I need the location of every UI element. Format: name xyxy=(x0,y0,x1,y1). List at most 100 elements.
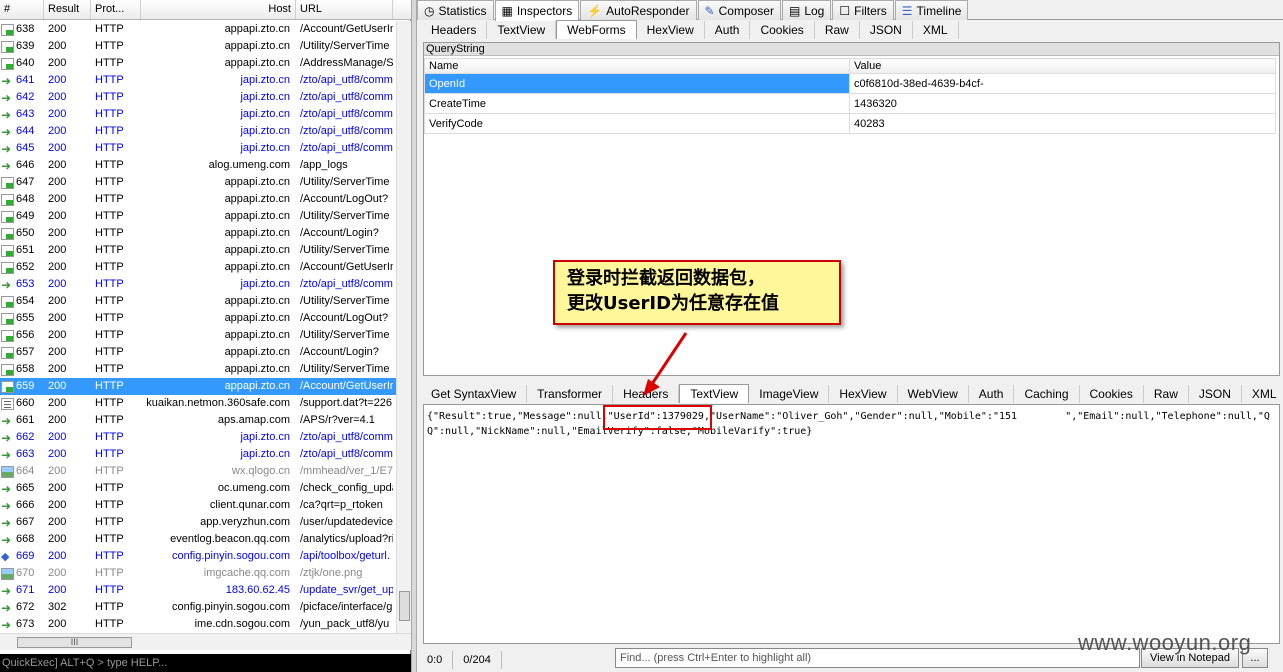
col-host[interactable]: Host xyxy=(141,0,296,19)
session-number: 651 xyxy=(0,242,44,259)
resp-tab-json[interactable]: JSON xyxy=(1189,385,1242,403)
session-row[interactable]: 652 200 HTTP appapi.zto.cn/Account/GetUserI… xyxy=(0,259,396,276)
col-result[interactable]: Result xyxy=(44,0,91,19)
tab-log[interactable]: ▤ Log xyxy=(781,0,832,20)
response-textview[interactable]: {"Result":true,"Message":null,"UserId":1… xyxy=(423,404,1280,644)
session-row[interactable]: 650 200 HTTP appapi.zto.cn/Account/Login? xyxy=(0,225,396,242)
req-tab-hexview[interactable]: HexView xyxy=(637,21,705,39)
param-name[interactable]: OpenId xyxy=(424,73,850,94)
session-row[interactable]: ➜ 672 302 HTTP config.pinyin.sogou.com/picfa… xyxy=(0,599,396,616)
param-name[interactable]: CreateTime xyxy=(424,93,850,114)
session-row[interactable]: ➜ 661 200 HTTP aps.amap.com/APS/r?ver=4.1 xyxy=(0,412,396,429)
session-url: /AddressManage/Se xyxy=(300,57,393,69)
session-row[interactable]: 664 200 HTTP wx.qlogo.cn/mmhead/ver_1/E7 xyxy=(0,463,396,480)
session-url: /support.dat?t=226 xyxy=(300,397,393,409)
session-row[interactable]: ➜ 662 200 HTTP japi.zto.cn/zto/api_utf8/comm xyxy=(0,429,396,446)
querystring-row[interactable]: OpenId c0f6810d-38ed-4639-b4cf- xyxy=(424,73,1276,94)
session-row[interactable]: 638 200 HTTP appapi.zto.cn/Account/GetUserI… xyxy=(0,21,396,38)
session-row[interactable]: ➜ 666 200 HTTP client.qunar.com/ca?qrt=p_rto… xyxy=(0,497,396,514)
session-row[interactable]: 659 200 HTTP appapi.zto.cn/Account/GetUserI… xyxy=(0,378,396,395)
session-row[interactable]: ➜ 667 200 HTTP app.veryzhun.com/user/updated… xyxy=(0,514,396,531)
req-tab-textview[interactable]: TextView xyxy=(487,21,557,39)
session-row[interactable]: ➜ 641 200 HTTP japi.zto.cn/zto/api_utf8/comm xyxy=(0,72,396,89)
sessions-vertical-scrollbar[interactable] xyxy=(396,21,411,633)
resp-tab-imageview[interactable]: ImageView xyxy=(749,385,830,403)
session-row[interactable]: 654 200 HTTP appapi.zto.cn/Utility/ServerTi… xyxy=(0,293,396,310)
session-row[interactable]: 656 200 HTTP appapi.zto.cn/Utility/ServerTi… xyxy=(0,327,396,344)
tab-timeline[interactable]: ☰ Timeline xyxy=(894,0,969,20)
tab-statistics[interactable]: ◷ Statistics xyxy=(417,0,494,20)
req-tab-headers[interactable]: Headers xyxy=(421,21,488,39)
session-row[interactable]: 655 200 HTTP appapi.zto.cn/Account/LogOut? xyxy=(0,310,396,327)
col-protocol[interactable]: Prot... xyxy=(91,0,141,19)
session-row[interactable]: ◆ 669 200 HTTP config.pinyin.sogou.com/api/t… xyxy=(0,548,396,565)
tab-composer[interactable]: ✎ Composer xyxy=(697,0,781,20)
param-name[interactable]: VerifyCode xyxy=(424,113,850,134)
querystring-row[interactable]: CreateTime 1436320 xyxy=(424,93,1276,114)
session-row[interactable]: 651 200 HTTP appapi.zto.cn/Utility/ServerTi… xyxy=(0,242,396,259)
session-row[interactable]: ➜ 668 200 HTTP eventlog.beacon.qq.com/analyt… xyxy=(0,531,396,548)
resp-tab-textview[interactable]: TextView xyxy=(679,384,750,403)
quickexec-input[interactable]: QuickExec] ALT+Q > type HELP... xyxy=(0,654,411,672)
param-value[interactable]: 40283 xyxy=(849,113,1276,134)
session-row[interactable]: 649 200 HTTP appapi.zto.cn/Utility/ServerTi… xyxy=(0,208,396,225)
session-row[interactable]: ➜ 653 200 HTTP japi.zto.cn/zto/api_utf8/comm xyxy=(0,276,396,293)
req-tab-raw[interactable]: Raw xyxy=(815,21,860,39)
param-value[interactable]: c0f6810d-38ed-4639-b4cf- xyxy=(849,73,1276,94)
param-value[interactable]: 1436320 xyxy=(849,93,1276,114)
sessions-horizontal-scrollbar[interactable]: III xyxy=(0,633,411,650)
session-row[interactable]: ➜ 663 200 HTTP japi.zto.cn/zto/api_utf8/comm xyxy=(0,446,396,463)
session-row[interactable]: ➜ 673 200 HTTP ime.cdn.sogou.com/yun_pack_ut… xyxy=(0,616,396,633)
resp-tab-xml[interactable]: XML xyxy=(1242,385,1283,403)
querystring-row[interactable]: VerifyCode 40283 xyxy=(424,113,1276,134)
session-row[interactable]: 670 200 HTTP imgcache.qq.com/ztjk/one.png xyxy=(0,565,396,582)
col-value[interactable]: Value xyxy=(849,58,1276,74)
session-row[interactable]: 640 200 HTTP appapi.zto.cn/AddressManage/Se xyxy=(0,55,396,72)
session-row[interactable]: ➜ 646 200 HTTP alog.umeng.com/app_logs xyxy=(0,157,396,174)
req-tab-cookies[interactable]: Cookies xyxy=(750,21,815,39)
req-tab-auth[interactable]: Auth xyxy=(705,21,751,39)
session-number: 658 xyxy=(0,361,44,378)
session-row[interactable]: ➜ 644 200 HTTP japi.zto.cn/zto/api_utf8/comm xyxy=(0,123,396,140)
resp-tab-auth[interactable]: Auth xyxy=(969,385,1015,403)
req-tab-json[interactable]: JSON xyxy=(860,21,913,39)
session-row[interactable]: 648 200 HTTP appapi.zto.cn/Account/LogOut? xyxy=(0,191,396,208)
session-number: ➜ 644 xyxy=(0,123,44,140)
resp-tab-headers[interactable]: Headers xyxy=(613,385,680,403)
session-row[interactable]: 660 200 HTTP kuaikan.netmon.360safe.com/sup… xyxy=(0,395,396,412)
session-row[interactable]: 647 200 HTTP appapi.zto.cn/Utility/ServerTi… xyxy=(0,174,396,191)
resp-tab-cookies[interactable]: Cookies xyxy=(1080,385,1144,403)
session-row[interactable]: 639 200 HTTP appapi.zto.cn/Utility/ServerTi… xyxy=(0,38,396,55)
session-row[interactable]: ➜ 645 200 HTTP japi.zto.cn/zto/api_utf8/comm xyxy=(0,140,396,157)
resp-tab-transformer[interactable]: Transformer xyxy=(527,385,614,403)
req-tab-webforms[interactable]: WebForms xyxy=(556,20,637,39)
tab-label: Timeline xyxy=(916,3,962,18)
session-result: 200 xyxy=(48,23,67,35)
session-url: /Utility/ServerTime xyxy=(300,363,390,375)
session-row[interactable]: ➜ 642 200 HTTP japi.zto.cn/zto/api_utf8/comm xyxy=(0,89,396,106)
col-number[interactable]: # xyxy=(0,0,44,19)
tab-inspectors[interactable]: ▦ Inspectors xyxy=(494,0,580,21)
resp-tab-raw[interactable]: Raw xyxy=(1144,385,1189,403)
session-host: appapi.zto.cn xyxy=(224,57,290,69)
find-input[interactable]: Find... (press Ctrl+Enter to highlight a… xyxy=(615,648,1140,668)
session-row[interactable]: ➜ 671 200 HTTP 183.60.62.45/update_svr/get_u… xyxy=(0,582,396,599)
session-row[interactable]: ➜ 665 200 HTTP oc.umeng.com/check_config_upd… xyxy=(0,480,396,497)
scroll-thumb[interactable] xyxy=(399,591,410,621)
resp-tab-hexview[interactable]: HexView xyxy=(829,385,898,403)
session-number: 640 xyxy=(0,55,44,72)
diamond-icon: ◆ xyxy=(1,550,10,563)
session-row[interactable]: 658 200 HTTP appapi.zto.cn/Utility/ServerTi… xyxy=(0,361,396,378)
resp-tab-webview[interactable]: WebView xyxy=(898,385,969,403)
tab-autoresponder[interactable]: ⚡ AutoResponder xyxy=(580,0,697,20)
response-arrow-icon: ➜ xyxy=(1,430,12,445)
hscroll-thumb[interactable]: III xyxy=(17,637,132,648)
session-row[interactable]: 657 200 HTTP appapi.zto.cn/Account/Login? xyxy=(0,344,396,361)
session-row[interactable]: ➜ 643 200 HTTP japi.zto.cn/zto/api_utf8/comm xyxy=(0,106,396,123)
col-url[interactable]: URL xyxy=(296,0,393,19)
resp-tab-syntaxview[interactable]: Get SyntaxView xyxy=(421,385,528,403)
req-tab-xml[interactable]: XML xyxy=(913,21,959,39)
col-name[interactable]: Name xyxy=(424,58,850,74)
resp-tab-caching[interactable]: Caching xyxy=(1014,385,1080,403)
tab-filters[interactable]: ☐ Filters xyxy=(832,0,894,20)
